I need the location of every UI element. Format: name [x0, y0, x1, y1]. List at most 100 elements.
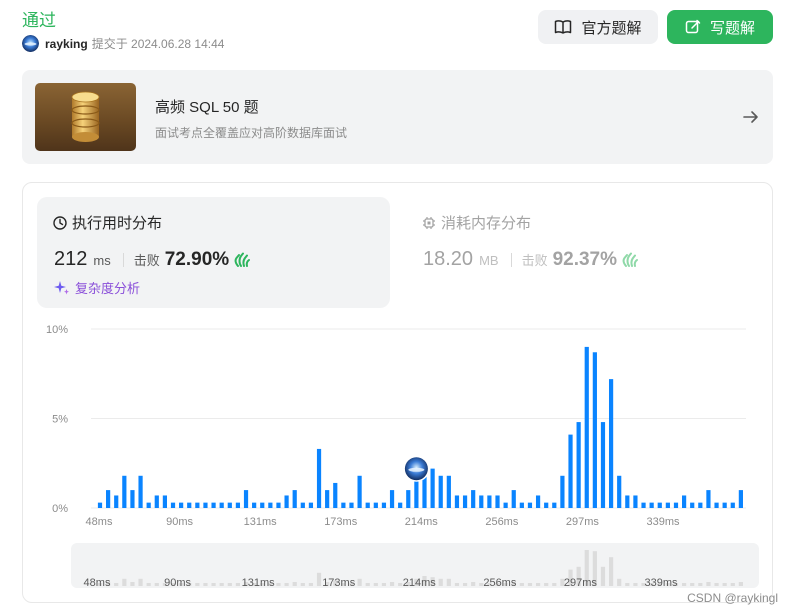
chart-bar [584, 346, 589, 508]
navigator-tick-label: 48ms [84, 577, 111, 589]
chart-bar [138, 475, 143, 508]
navigator-tick-label: 339ms [644, 577, 678, 589]
chart-bar [219, 502, 224, 508]
chart-bar [430, 468, 435, 508]
chart-range-navigator[interactable]: 48ms 90ms 131ms 173ms 214ms 256ms 297ms 339ms [71, 543, 759, 589]
chart-bar [162, 495, 167, 508]
navigator-bar [114, 583, 119, 586]
chart-bar [268, 502, 273, 508]
chart-bar [398, 502, 403, 508]
watermark: CSDN @raykingl [687, 591, 778, 605]
x-tick-label: 90ms [166, 516, 193, 528]
chart-bar [649, 502, 654, 508]
chart-bar [292, 490, 297, 508]
chart-bar [682, 495, 687, 508]
chart-bar [438, 475, 443, 508]
y-tick-label: 0% [52, 503, 68, 515]
chart-bar [527, 502, 533, 508]
chart-bar [690, 502, 695, 508]
chart-bar [479, 495, 484, 508]
chart-bar [308, 502, 314, 508]
chart-bar [600, 422, 606, 508]
chart-bar [641, 502, 646, 508]
chart-bar [617, 475, 622, 508]
chart-bar [608, 379, 614, 508]
y-tick-label: 5% [52, 414, 68, 426]
chart-bar [276, 502, 281, 508]
chart-bar [665, 502, 670, 508]
navigator-bar [730, 583, 735, 586]
navigator-bar [195, 583, 200, 586]
chart-bar [406, 490, 411, 508]
navigator-bar [389, 582, 395, 586]
chart-bar [471, 490, 476, 508]
chart-x-ticks: 48ms 90ms 131ms 173ms 214ms 256ms 297ms 339ms [86, 516, 680, 528]
chart-bar [97, 502, 103, 508]
navigator-bar [154, 583, 159, 586]
navigator-bar [292, 582, 297, 586]
navigator-bar [633, 583, 638, 586]
navigator-bar [438, 578, 443, 586]
chart-bar [325, 490, 330, 508]
navigator-bar [276, 583, 281, 586]
navigator-bar [308, 583, 314, 586]
chart-bar [122, 475, 127, 508]
x-tick-label: 173ms [324, 516, 358, 528]
chart-bar [673, 502, 679, 508]
chart-bar [535, 495, 541, 508]
y-tick-label: 10% [46, 324, 68, 336]
chart-bar [227, 502, 232, 508]
chart-bar [260, 502, 265, 508]
navigator-bar [146, 583, 151, 586]
chart-bar [568, 434, 573, 508]
navigator-bar [211, 583, 216, 586]
chart-bar [170, 502, 176, 508]
navigator-tick-label: 131ms [242, 577, 276, 589]
navigator-bar [381, 583, 387, 586]
navigator-bar [690, 583, 695, 586]
chart-bar [633, 495, 638, 508]
navigator-bar [357, 578, 362, 586]
x-tick-label: 339ms [646, 516, 680, 528]
navigator-bar [698, 583, 703, 586]
chart-bar [503, 502, 508, 508]
navigator-bar [219, 583, 224, 586]
navigator-bar [625, 583, 630, 586]
chart-bar [187, 502, 192, 508]
navigator-tick-label: 297ms [564, 577, 598, 589]
navigator-bar [227, 583, 232, 586]
navigator-bar [519, 583, 524, 586]
chart-bar [495, 495, 500, 508]
chart-bar [130, 490, 135, 508]
navigator-bar [398, 583, 403, 586]
x-tick-label: 48ms [86, 516, 113, 528]
navigator-bar [462, 583, 468, 586]
navigator-bar [365, 583, 370, 586]
chart-bar [357, 475, 362, 508]
navigator-bar [706, 582, 711, 586]
navigator-bar [738, 582, 743, 586]
chart-bar [195, 502, 200, 508]
x-tick-label: 297ms [566, 516, 600, 528]
chart-bar [544, 502, 549, 508]
navigator-bar [527, 583, 533, 586]
chart-bar [511, 490, 516, 508]
navigator-bar [316, 572, 322, 586]
navigator-tick-label: 256ms [483, 577, 517, 589]
chart-bar [284, 495, 289, 508]
navigator-bar [600, 566, 606, 586]
runtime-distribution-chart[interactable]: 0% 5% 10% 48ms 90ms 131ms 173ms 214ms 256ms 297m… [0, 0, 794, 615]
navigator-bar [284, 583, 289, 586]
chart-bar [698, 502, 703, 508]
navigator-bar [138, 578, 143, 586]
chart-bar [552, 502, 557, 508]
chart-bar [389, 490, 395, 508]
navigator-bar [203, 583, 208, 586]
current-submission-marker [403, 455, 430, 482]
chart-bar [381, 502, 387, 508]
navigator-bar [373, 583, 378, 586]
chart-bar [365, 502, 370, 508]
chart-bar [519, 502, 524, 508]
chart-bar [114, 495, 119, 508]
chart-bar [349, 502, 354, 508]
